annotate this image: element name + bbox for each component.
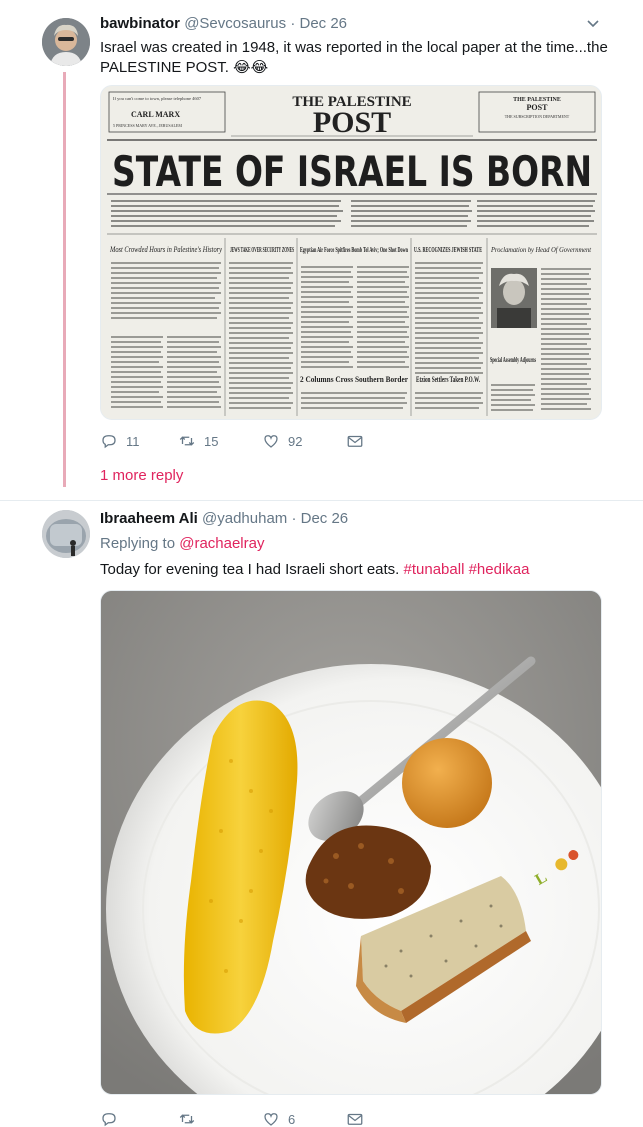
mention-link[interactable]: @rachaelray bbox=[179, 535, 264, 552]
replying-prefix: Replying to bbox=[100, 535, 176, 552]
dm-action[interactable] bbox=[346, 432, 372, 450]
subhead-2: JEWS TAKE OVER SECURITY ZONES bbox=[230, 245, 294, 254]
thread-line bbox=[63, 72, 66, 487]
like-icon[interactable] bbox=[262, 1110, 280, 1127]
emoji: 😂😂 bbox=[233, 59, 269, 76]
display-name[interactable]: Ibraaheem Ali bbox=[100, 510, 198, 527]
retweet-count: 15 bbox=[204, 433, 219, 449]
subhead-3: Egyptian Air Force Spitfires Bomb Tel Av… bbox=[300, 245, 408, 254]
reply-count: 11 bbox=[126, 433, 140, 449]
dm-icon[interactable] bbox=[346, 432, 364, 450]
more-replies-link[interactable]: 1 more reply bbox=[100, 467, 183, 484]
user-handle[interactable]: @yadhuham bbox=[202, 510, 287, 527]
headline: STATE OF ISRAEL IS BORN bbox=[112, 147, 592, 196]
avatar[interactable] bbox=[42, 18, 90, 66]
dm-action[interactable] bbox=[346, 1110, 372, 1127]
right-box-line3: THE SUBSCRIPTION DEPARTMENT bbox=[505, 114, 570, 119]
tweet-actions: 11 15 92 bbox=[100, 432, 420, 452]
tweet-body: Israel was created in 1948, it was repor… bbox=[100, 39, 608, 76]
tweet-image-food[interactable]: L bbox=[100, 590, 602, 1095]
hashtag-link[interactable]: #tunaball bbox=[404, 561, 465, 578]
tweet-body: Today for evening tea I had Israeli shor… bbox=[100, 561, 400, 578]
reply-icon[interactable] bbox=[100, 432, 118, 450]
tweet-actions: 6 bbox=[100, 1110, 420, 1127]
dm-icon[interactable] bbox=[346, 1110, 364, 1127]
tweet-text: Today for evening tea I had Israeli shor… bbox=[100, 560, 610, 580]
retweet-icon[interactable] bbox=[178, 1110, 196, 1127]
subhead-8: Special Assembly Adjourns bbox=[490, 355, 536, 364]
subhead-6: 2 Columns Cross Southern Border bbox=[300, 375, 408, 384]
reply-icon[interactable] bbox=[100, 1110, 118, 1127]
tweet-header: Ibraaheem Ali @yadhuham · Dec 26 bbox=[100, 510, 348, 527]
separator: · bbox=[290, 15, 296, 32]
like-count: 92 bbox=[288, 433, 303, 449]
retweet-action[interactable] bbox=[178, 1110, 204, 1127]
like-action[interactable]: 6 bbox=[262, 1110, 295, 1127]
avatar[interactable] bbox=[42, 510, 90, 558]
display-name[interactable]: bawbinator bbox=[100, 15, 180, 32]
subhead-5: Proclamation by Head Of Government bbox=[490, 245, 592, 254]
tweet-date[interactable]: Dec 26 bbox=[299, 15, 347, 32]
tweet-1[interactable]: bawbinator @Sevcosaurus · Dec 26 Israel … bbox=[0, 0, 643, 500]
left-ad-line2: CARL MARX bbox=[131, 110, 180, 119]
reply-action[interactable] bbox=[100, 1110, 126, 1127]
tweet-date[interactable]: Dec 26 bbox=[301, 510, 349, 527]
retweet-icon[interactable] bbox=[178, 432, 196, 450]
tweet-header: bawbinator @Sevcosaurus · Dec 26 bbox=[100, 15, 347, 32]
hashtag-link[interactable]: #hedikaa bbox=[469, 561, 530, 578]
replying-to: Replying to @rachaelray bbox=[100, 535, 264, 552]
tweet-text: Israel was created in 1948, it was repor… bbox=[100, 38, 610, 78]
tweet-image-newspaper[interactable]: If you can't come to town, please teleph… bbox=[100, 85, 602, 420]
like-count: 6 bbox=[288, 1111, 296, 1127]
subhead-7: Etzion Settlers Taken P.O.W. bbox=[416, 375, 480, 384]
right-box-line2: POST bbox=[527, 103, 549, 112]
masthead-line2: POST bbox=[313, 106, 391, 139]
like-icon[interactable] bbox=[262, 432, 280, 450]
user-handle[interactable]: @Sevcosaurus bbox=[184, 15, 286, 32]
separator: · bbox=[291, 510, 297, 527]
caret-down-icon[interactable] bbox=[587, 20, 599, 28]
subhead-4: U.S. RECOGNIZES JEWISH STATE bbox=[414, 245, 482, 254]
subhead-1: Most Crowded Hours in Palestine's Histor… bbox=[109, 245, 222, 254]
like-action[interactable]: 92 bbox=[262, 432, 302, 450]
retweet-action[interactable]: 15 bbox=[178, 432, 218, 450]
reply-action[interactable]: 11 bbox=[100, 432, 140, 450]
